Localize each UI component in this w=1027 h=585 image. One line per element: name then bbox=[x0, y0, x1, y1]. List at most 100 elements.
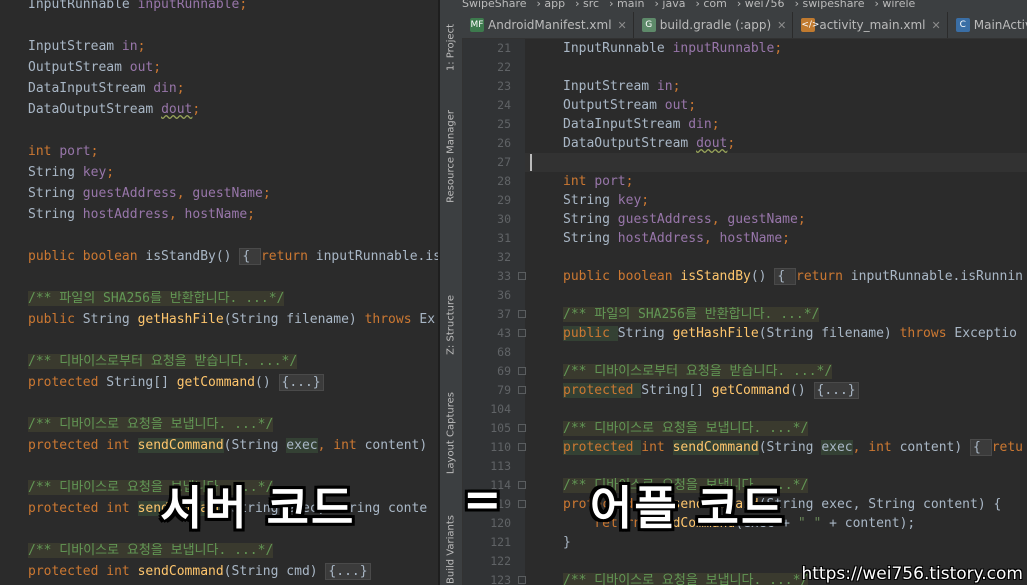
folded-region[interactable]: {...} bbox=[325, 563, 371, 580]
fold-toggle-icon[interactable] bbox=[518, 329, 526, 337]
code-line: InputRunnable inputRunnable; bbox=[28, 0, 247, 15]
breadcrumb-item[interactable]: › wei756 bbox=[737, 0, 785, 10]
file-type-icon: C bbox=[955, 18, 970, 32]
code-token: ; bbox=[727, 136, 736, 151]
code-token: dout bbox=[161, 102, 193, 117]
code-line: protected String[] getCommand() {...} bbox=[563, 381, 859, 400]
code-comment: /** 디바이스로 요청을 보냅니다. ...*/ bbox=[28, 543, 274, 558]
code-token: ; bbox=[153, 60, 162, 75]
code-token: () bbox=[750, 269, 775, 284]
breadcrumb-item[interactable]: › com bbox=[695, 0, 726, 10]
code-token: guestName bbox=[192, 186, 263, 201]
breadcrumb-item[interactable]: › wirele bbox=[874, 0, 915, 10]
code-token: " " bbox=[797, 516, 822, 531]
editor-tab[interactable]: MF AndroidManifest.xml ✕ bbox=[462, 12, 634, 38]
fold-toggle-icon[interactable] bbox=[518, 481, 526, 489]
code-token: isStandBy bbox=[680, 269, 751, 284]
code-token: String bbox=[617, 326, 673, 341]
close-icon[interactable]: ✕ bbox=[618, 19, 627, 32]
code-line: protected int sendCommand(String cmd) {.… bbox=[28, 561, 371, 582]
fold-toggle-icon[interactable] bbox=[518, 576, 526, 584]
code-token: sendCommand bbox=[137, 564, 224, 579]
editor-tab[interactable]: CMainActivity.java✕ bbox=[948, 12, 1027, 38]
code-token: ; bbox=[262, 186, 271, 201]
folded-region[interactable]: {...} bbox=[813, 382, 859, 399]
code-token: ; bbox=[688, 98, 697, 113]
code-token: return bbox=[260, 249, 316, 264]
code-token: protected int bbox=[28, 438, 138, 453]
code-token: out bbox=[129, 60, 154, 75]
code-token: String bbox=[563, 193, 618, 208]
editor-tab[interactable]: Gbuild.gradle (:app) ✕ bbox=[634, 12, 794, 38]
code-token: (String filename) bbox=[223, 312, 365, 327]
code-comment: /** 디바이스로 요청을 보냅니다. ...*/ bbox=[563, 421, 809, 436]
line-number: 29 bbox=[497, 193, 511, 207]
folded-region[interactable]: { bbox=[774, 268, 796, 285]
code-token: + content); bbox=[821, 516, 916, 531]
breadcrumb-item[interactable]: › swipeshare bbox=[795, 0, 865, 10]
breadcrumb-item[interactable]: › app bbox=[537, 0, 566, 10]
line-number: 23 bbox=[497, 79, 511, 93]
fold-toggle-icon[interactable] bbox=[518, 367, 526, 375]
code-line: String key; bbox=[563, 191, 649, 210]
code-token: hostAddress bbox=[82, 207, 169, 222]
fold-toggle-icon[interactable] bbox=[518, 500, 526, 508]
watermark: https://wei756.tistory.com bbox=[801, 564, 1023, 584]
code-token: (String bbox=[758, 440, 822, 455]
code-token: in bbox=[121, 39, 138, 54]
code-token: ; bbox=[797, 212, 806, 227]
tool-window-tab[interactable]: Z: Structure bbox=[442, 295, 460, 355]
code-token: String bbox=[82, 312, 138, 327]
code-line: DataInputStream din; bbox=[28, 78, 185, 99]
code-line: /** 파일의 SHA256를 반환합니다. ...*/ bbox=[563, 305, 820, 324]
fold-toggle-icon[interactable] bbox=[518, 310, 526, 318]
code-line: protected int sendCommand(String exec, i… bbox=[563, 438, 1023, 457]
folded-region[interactable]: { bbox=[970, 439, 992, 456]
code-token: public bbox=[28, 312, 83, 327]
code-token: exec bbox=[286, 438, 318, 453]
fold-toggle-icon[interactable] bbox=[518, 424, 526, 432]
close-icon[interactable]: ✕ bbox=[777, 19, 786, 32]
close-icon[interactable]: ✕ bbox=[932, 19, 941, 32]
code-line: OutputStream out; bbox=[28, 57, 161, 78]
folded-region[interactable]: {...} bbox=[278, 374, 324, 391]
line-number: 121 bbox=[490, 535, 511, 549]
tool-window-tab[interactable]: Layout Captures bbox=[442, 392, 460, 474]
code-token: key bbox=[82, 165, 107, 180]
tool-window-tab[interactable]: Build Variants bbox=[442, 515, 460, 584]
editor-tab[interactable]: </> activity_main.xml ✕ bbox=[793, 12, 948, 38]
line-number: 25 bbox=[497, 117, 511, 131]
code-token: public bbox=[563, 326, 618, 341]
code-token: isStandBy() bbox=[145, 249, 240, 264]
code-token: public boolean bbox=[28, 249, 146, 264]
tab-label: build.gradle (:app) bbox=[659, 18, 772, 32]
fold-toggle-icon[interactable] bbox=[518, 443, 526, 451]
breadcrumb-item[interactable]: › java bbox=[655, 0, 686, 10]
breadcrumb-item[interactable]: SwipeShare bbox=[462, 0, 527, 10]
fold-toggle-icon[interactable] bbox=[518, 272, 526, 280]
code-comment: /** 디바이스로 요청을 보냅니다. ...*/ bbox=[28, 417, 274, 432]
code-token: String bbox=[28, 186, 83, 201]
code-token: , bbox=[176, 186, 193, 201]
tool-window-tab[interactable]: 1: Project bbox=[442, 24, 460, 71]
breadcrumb-item[interactable]: › main bbox=[609, 0, 644, 10]
code-token: (String exec, String content) { bbox=[758, 497, 1002, 512]
code-token: OutputStream bbox=[563, 98, 665, 113]
code-line: DataOutputStream dout; bbox=[563, 134, 735, 153]
folded-region[interactable]: { bbox=[239, 248, 261, 265]
code-line: /** 디바이스로 요청을 보냅니다. ...*/ bbox=[563, 571, 809, 585]
code-token: hostAddress bbox=[617, 231, 704, 246]
file-type-icon: MF bbox=[470, 18, 484, 32]
tool-window-tab[interactable]: Resource Manager bbox=[442, 110, 460, 203]
code-token: guestAddress bbox=[82, 186, 177, 201]
code-token: getCommand bbox=[176, 375, 256, 390]
line-number: 33 bbox=[497, 269, 511, 283]
code-token: ; bbox=[90, 144, 99, 159]
code-line: String hostAddress, hostName; bbox=[28, 204, 255, 225]
line-number: 30 bbox=[497, 212, 511, 226]
breadcrumb-item[interactable]: › src bbox=[575, 0, 599, 10]
tab-label: MainActivity.java bbox=[973, 18, 1027, 32]
fold-toggle-icon[interactable] bbox=[518, 386, 526, 394]
code-token: ; bbox=[641, 193, 650, 208]
code-token: InputRunnable bbox=[563, 41, 673, 56]
